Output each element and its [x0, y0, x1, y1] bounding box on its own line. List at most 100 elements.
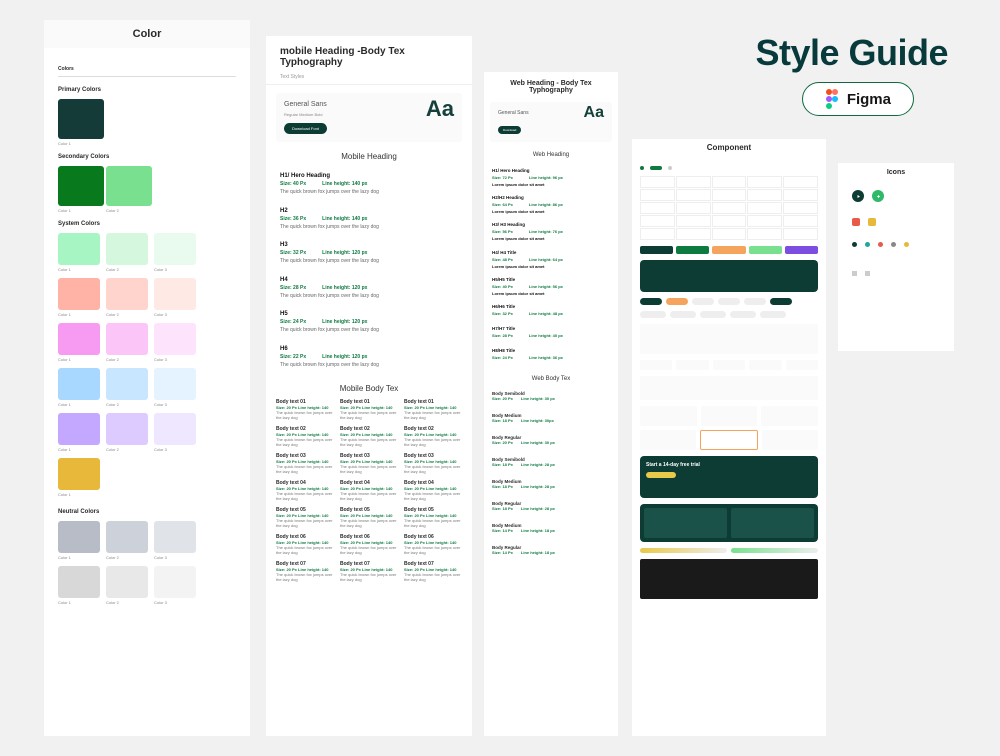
card	[761, 406, 818, 426]
body-text-spec: Body text 06Size: 20 Px Line height: 140…	[404, 534, 462, 555]
mobile-typo-title: mobile Heading -Body Tex Typhography	[266, 36, 472, 70]
heading-spec: H4/ H4 TitleSize: 48 PxLine height: 64 p…	[484, 246, 618, 273]
body-text-spec: Body text 05Size: 20 Px Line height: 140…	[404, 507, 462, 528]
dot-icon	[904, 242, 909, 247]
swatch: Color 2	[106, 368, 148, 407]
body-text-spec: Body text 05Size: 20 Px Line height: 140…	[340, 507, 398, 528]
swatch: Color 1	[58, 233, 100, 272]
button-variant	[749, 246, 782, 254]
heading-spec: H1/ Hero HeadingSize: 40 PxLine height: …	[266, 167, 472, 202]
web-heading-section: Web Heading	[484, 152, 618, 158]
card	[701, 406, 758, 426]
component-table	[640, 176, 818, 240]
figma-badge[interactable]: Figma	[802, 82, 914, 116]
chip	[718, 298, 740, 305]
neutral-colors-label: Neutral Colors	[58, 509, 236, 515]
download-font-button[interactable]: Download Font	[284, 123, 327, 134]
heading-spec: H4Size: 28 PxLine height: 120 pxThe quic…	[266, 271, 472, 306]
color-panel: Color Colors Primary Colors Color 1 Seco…	[44, 20, 250, 736]
swatch: Color 2	[106, 166, 148, 213]
figma-label: Figma	[847, 91, 891, 108]
chip	[700, 311, 726, 318]
button-variant	[785, 246, 818, 254]
page-title: Style Guide	[755, 32, 948, 74]
heading-spec: H5Size: 24 PxLine height: 120 pxThe quic…	[266, 305, 472, 340]
footer-preview	[640, 559, 818, 599]
swatch: Color 1	[58, 368, 100, 407]
swatch: Color 1	[58, 323, 100, 362]
chip	[730, 311, 756, 318]
heading-spec: H6Size: 22 PxLine height: 120 pxThe quic…	[266, 340, 472, 375]
font-card: General Sans Aa Download	[490, 102, 612, 142]
text-styles-label: Text Styles	[266, 70, 472, 85]
swatch: Color 2	[106, 278, 148, 317]
body-text-spec: Body text 03Size: 20 Px Line height: 140…	[340, 453, 398, 474]
square-icon	[852, 218, 860, 226]
body-text-spec: Body text 04Size: 20 Px Line height: 140…	[276, 480, 334, 501]
dot-icon	[865, 242, 870, 247]
chip	[666, 298, 688, 305]
swatch: Color 1	[58, 413, 100, 452]
chip	[640, 311, 666, 318]
body-text-spec: Body text 07Size: 20 Px Line height: 140…	[276, 561, 334, 582]
icons-panel-title: Icons	[838, 163, 954, 182]
toggle-row	[640, 166, 818, 170]
font-sample: Aa	[426, 96, 454, 122]
mobile-typography-panel: mobile Heading -Body Tex Typhography Tex…	[266, 36, 472, 736]
secondary-colors-label: Secondary Colors	[58, 154, 236, 160]
body-text-spec: Body text 04Size: 20 Px Line height: 140…	[340, 480, 398, 501]
web-typo-title: Web Heading - Body Tex Typhography	[484, 72, 618, 96]
swatch: Color 1	[58, 521, 100, 560]
button-variant	[712, 246, 745, 254]
progress-row	[640, 548, 818, 553]
swatch: Color 1	[58, 458, 100, 497]
swatch: Color 2	[106, 521, 148, 560]
icons-panel: Icons	[838, 163, 954, 351]
swatch: Color 2	[106, 323, 148, 362]
body-text-spec: Body MediumSize: 14 PxLine height: 18 px	[484, 520, 618, 536]
text-block	[640, 324, 818, 354]
card	[762, 430, 818, 450]
button-variant	[640, 246, 673, 254]
swatch: Color 3	[154, 566, 196, 605]
font-sample: Aa	[584, 104, 604, 122]
system-colors-label: System Colors	[58, 221, 236, 227]
body-text-spec: Body RegularSize: 20 PxLine height: 30 p…	[484, 432, 618, 448]
chip	[670, 311, 696, 318]
body-text-spec: Body text 06Size: 20 Px Line height: 140…	[276, 534, 334, 555]
button-variant	[676, 246, 709, 254]
heading-spec: H8/H8 TitleSize: 24 PxLine height: 36 px	[484, 344, 618, 366]
chip	[640, 298, 662, 305]
body-text-spec: Body text 02Size: 20 Px Line height: 140…	[340, 426, 398, 447]
dot-icon	[852, 242, 857, 247]
body-text-spec: Body text 02Size: 20 Px Line height: 140…	[276, 426, 334, 447]
font-card: General Sans Aa Regular Medium Bold Down…	[276, 93, 462, 142]
chip	[760, 311, 786, 318]
heading-spec: H2/H2 HeadingSize: 64 PxLine height: 86 …	[484, 191, 618, 218]
body-text-spec: Body text 06Size: 20 Px Line height: 140…	[340, 534, 398, 555]
heading-spec: H5/H5 TitleSize: 40 PxLine height: 56 px…	[484, 273, 618, 300]
swatch: Color 2	[106, 413, 148, 452]
chip	[692, 298, 714, 305]
body-text-spec: Body text 02Size: 20 Px Line height: 140…	[404, 426, 462, 447]
body-text-spec: Body MediumSize: 18 PxLine height: 28 px	[484, 476, 618, 492]
swatch: Color 3	[154, 413, 196, 452]
card	[640, 430, 696, 450]
color-panel-title: Color	[44, 20, 250, 48]
chip	[744, 298, 766, 305]
mobile-body-section: Mobile Body Tex	[266, 384, 472, 393]
tab-row	[640, 360, 818, 370]
body-text-spec: Body RegularSize: 18 PxLine height: 28 p…	[484, 498, 618, 514]
swatch: Color 3	[154, 233, 196, 272]
cta-block: Start a 14-day free trial	[640, 456, 818, 498]
swatch: Color 3	[154, 368, 196, 407]
body-text-spec: Body RegularSize: 14 PxLine height: 18 p…	[484, 542, 618, 558]
body-text-spec: Body text 01Size: 20 Px Line height: 140…	[340, 399, 398, 420]
swatch: Color 1	[58, 166, 100, 213]
primary-colors-label: Primary Colors	[58, 87, 236, 93]
card-preview	[640, 376, 818, 400]
card	[640, 406, 697, 426]
download-font-button[interactable]: Download	[498, 126, 521, 134]
nav-preview	[640, 260, 818, 292]
body-text-spec: Body MediumSize: 18 PxLine height: 30px	[484, 410, 618, 426]
